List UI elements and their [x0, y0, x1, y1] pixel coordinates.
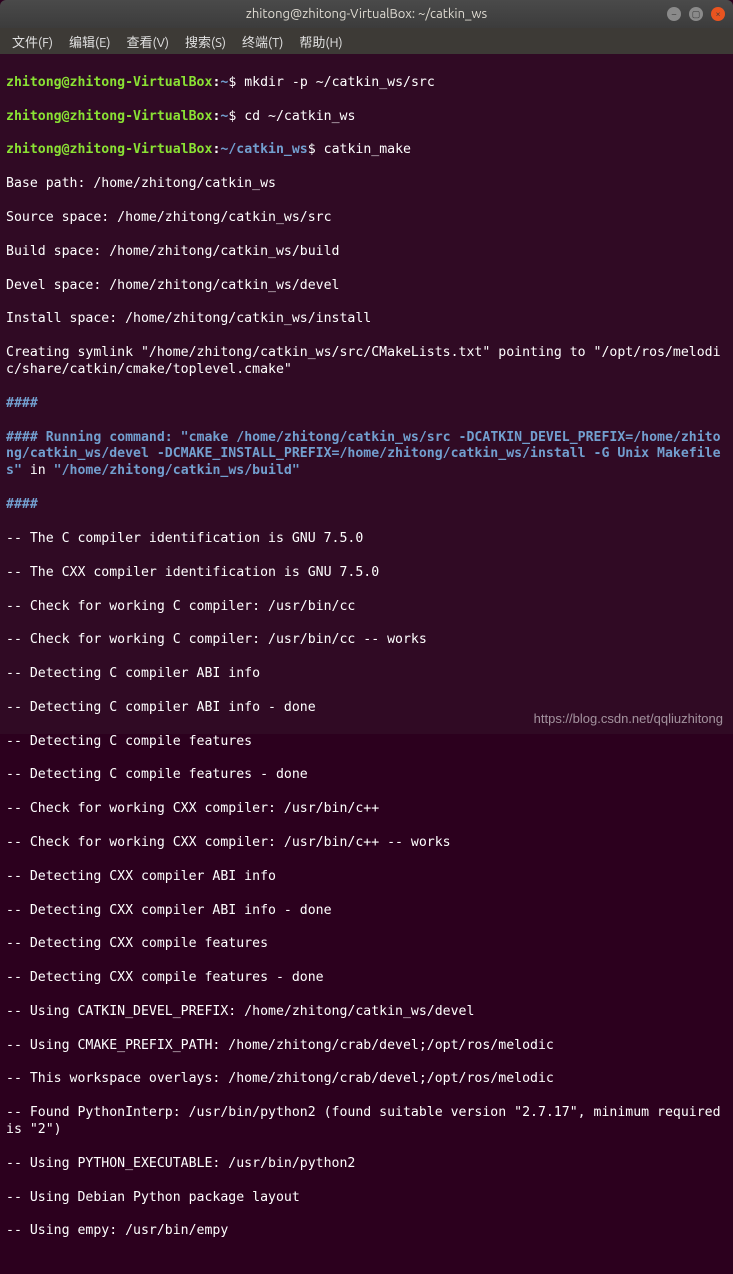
menu-terminal[interactable]: 终端(T): [236, 30, 289, 53]
output-line: -- This workspace overlays: /home/zhiton…: [6, 1071, 727, 1088]
prompt-line-1: zhitong@zhitong-VirtualBox:~$ mkdir -p ~…: [6, 75, 727, 92]
output-line: -- Detecting C compiler ABI info: [6, 666, 727, 683]
prompt-line-3: zhitong@zhitong-VirtualBox:~/catkin_ws$ …: [6, 142, 727, 159]
quoted-path: "/home/zhitong/catkin_ws/build": [54, 463, 300, 478]
output-line: Build space: /home/zhitong/catkin_ws/bui…: [6, 244, 727, 261]
menu-search[interactable]: 搜索(S): [179, 30, 232, 53]
command-text: mkdir -p ~/catkin_ws/src: [236, 75, 435, 90]
window-controls: – ▢ ×: [667, 7, 725, 21]
prompt-user: zhitong@zhitong-VirtualBox: [6, 75, 212, 90]
titlebar: zhitong@zhitong-VirtualBox: ~/catkin_ws …: [0, 0, 733, 28]
terminal-body[interactable]: zhitong@zhitong-VirtualBox:~$ mkdir -p ~…: [0, 54, 733, 734]
prompt-user: zhitong@zhitong-VirtualBox: [6, 142, 212, 157]
command-text: cd ~/catkin_ws: [236, 109, 355, 124]
output-line: -- Using Debian Python package layout: [6, 1190, 727, 1207]
output-line: -- Using PYTHON_EXECUTABLE: /usr/bin/pyt…: [6, 1156, 727, 1173]
menu-view[interactable]: 查看(V): [121, 30, 175, 53]
hash-prefix: #### Running command:: [6, 430, 181, 445]
output-line: -- Using CATKIN_DEVEL_PREFIX: /home/zhit…: [6, 1004, 727, 1021]
output-line: -- Detecting CXX compiler ABI info: [6, 869, 727, 886]
prompt-dollar: $: [308, 142, 316, 157]
output-line: -- Detecting C compile features - done: [6, 767, 727, 784]
prompt-path: ~/catkin_ws: [220, 142, 307, 157]
output-line: Creating symlink "/home/zhitong/catkin_w…: [6, 345, 727, 379]
prompt-user: zhitong@zhitong-VirtualBox: [6, 109, 212, 124]
command-text: catkin_make: [316, 142, 411, 157]
output-line: Install space: /home/zhitong/catkin_ws/i…: [6, 311, 727, 328]
output-line: -- Detecting CXX compile features - done: [6, 970, 727, 987]
in-keyword: in: [22, 463, 54, 478]
output-line: Devel space: /home/zhitong/catkin_ws/dev…: [6, 278, 727, 295]
prompt-line-2: zhitong@zhitong-VirtualBox:~$ cd ~/catki…: [6, 109, 727, 126]
output-line: -- Check for working CXX compiler: /usr/…: [6, 835, 727, 852]
output-line: -- Check for working C compiler: /usr/bi…: [6, 632, 727, 649]
output-line: -- Check for working CXX compiler: /usr/…: [6, 801, 727, 818]
running-command-line: #### Running command: "cmake /home/zhito…: [6, 430, 727, 481]
output-line: -- Detecting CXX compiler ABI info - don…: [6, 903, 727, 920]
output-line: Source space: /home/zhitong/catkin_ws/sr…: [6, 210, 727, 227]
close-button[interactable]: ×: [711, 7, 725, 21]
minimize-button[interactable]: –: [667, 7, 681, 21]
menu-edit[interactable]: 编辑(E): [63, 30, 116, 53]
window-title: zhitong@zhitong-VirtualBox: ~/catkin_ws: [246, 7, 487, 21]
menu-help[interactable]: 帮助(H): [293, 30, 348, 53]
output-line: -- Using CMAKE_PREFIX_PATH: /home/zhiton…: [6, 1038, 727, 1055]
output-line: -- The CXX compiler identification is GN…: [6, 565, 727, 582]
output-line: Base path: /home/zhitong/catkin_ws: [6, 176, 727, 193]
output-line: -- The C compiler identification is GNU …: [6, 531, 727, 548]
maximize-button[interactable]: ▢: [689, 7, 703, 21]
output-line: -- Check for working C compiler: /usr/bi…: [6, 599, 727, 616]
watermark: https://blog.csdn.net/qqliuzhitong: [534, 711, 723, 728]
output-line: -- Found PythonInterp: /usr/bin/python2 …: [6, 1105, 727, 1139]
output-line: -- Detecting CXX compile features: [6, 936, 727, 953]
output-line: -- Using empy: /usr/bin/empy: [6, 1223, 727, 1240]
hash-divider: ####: [6, 396, 727, 413]
hash-divider: ####: [6, 497, 727, 514]
output-line: -- Detecting C compile features: [6, 734, 727, 751]
menu-file[interactable]: 文件(F): [6, 30, 59, 53]
menubar: 文件(F) 编辑(E) 查看(V) 搜索(S) 终端(T) 帮助(H): [0, 28, 733, 54]
